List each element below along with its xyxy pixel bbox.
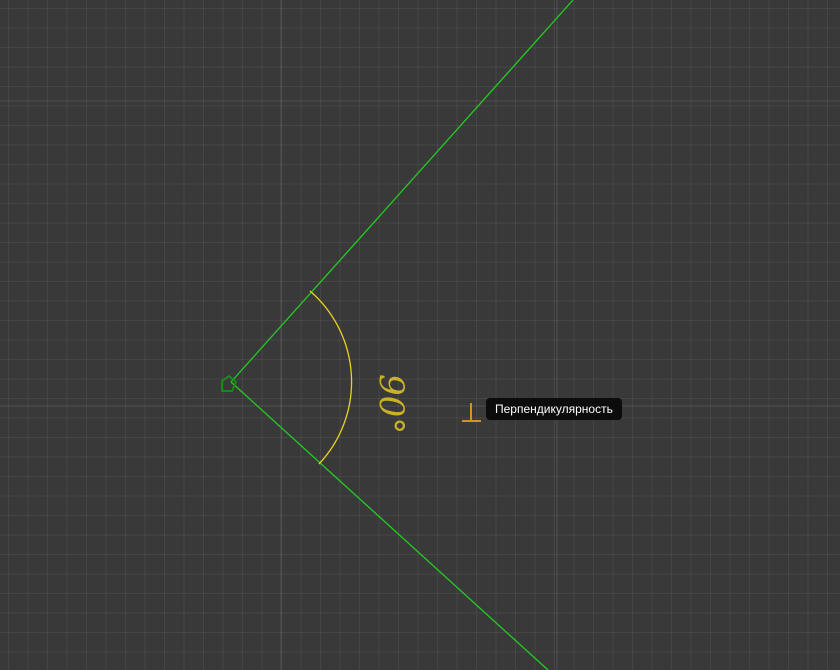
angle-value-label[interactable]: 90° xyxy=(371,374,411,434)
angle-dimension-arc[interactable] xyxy=(309,290,353,465)
sketch-svg[interactable]: 90° xyxy=(0,0,840,670)
sketch-line-upper[interactable] xyxy=(230,0,574,383)
constraint-tooltip: Перпендикулярность xyxy=(486,398,622,420)
drawing-canvas[interactable]: 90° Перпендикулярность xyxy=(0,0,840,670)
tooltip-label: Перпендикулярность xyxy=(495,402,613,416)
